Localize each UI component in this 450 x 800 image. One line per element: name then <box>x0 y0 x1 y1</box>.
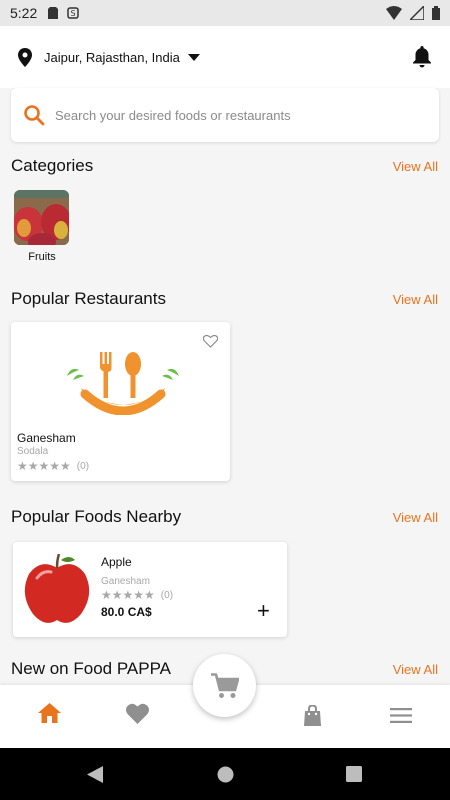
home-button-icon[interactable] <box>217 766 234 783</box>
food-rating: ★★★★★ (0) <box>101 589 173 601</box>
restaurant-logo <box>67 352 179 415</box>
status-time: 5:22 <box>10 5 38 21</box>
restaurants-view-all-link[interactable]: View All <box>393 292 438 307</box>
sd-card-icon <box>48 7 59 19</box>
battery-icon <box>432 6 440 20</box>
review-count: (0) <box>76 460 90 472</box>
wifi-icon <box>386 6 402 20</box>
new-on-view-all-link[interactable]: View All <box>393 662 438 677</box>
foods-view-all-link[interactable]: View All <box>393 510 438 525</box>
cart-icon <box>210 672 239 698</box>
search-icon <box>24 105 45 126</box>
favorite-heart-icon[interactable] <box>203 335 218 348</box>
star-icon: ★★★★★ <box>17 459 71 473</box>
location-pin-icon <box>18 47 32 67</box>
menu-icon[interactable] <box>390 708 412 723</box>
location-header: Jaipur, Rajasthan, India <box>0 26 450 88</box>
restaurant-rating: ★★★★★ (0) <box>17 460 89 472</box>
back-icon[interactable] <box>87 766 103 783</box>
popular-restaurants-title: Popular Restaurants <box>11 289 166 308</box>
restaurant-card[interactable]: Ganesham Sodala ★★★★★ (0) <box>11 322 230 481</box>
chevron-down-icon[interactable] <box>187 53 200 61</box>
category-item-fruits[interactable]: Fruits <box>14 190 70 263</box>
sync-icon: S <box>67 7 79 19</box>
food-restaurant: Ganesham <box>101 576 150 587</box>
add-to-cart-button[interactable]: + <box>257 600 270 622</box>
category-label: Fruits <box>28 251 56 263</box>
food-name: Apple <box>101 555 132 569</box>
bag-icon[interactable] <box>303 705 322 726</box>
apple-image <box>24 554 90 623</box>
popular-foods-title: Popular Foods Nearby <box>11 507 182 526</box>
categories-view-all-link[interactable]: View All <box>393 159 438 174</box>
new-on-title: New on Food PAPPA <box>11 659 172 678</box>
notification-bell-icon[interactable] <box>412 46 432 68</box>
system-nav-bar <box>0 748 450 800</box>
location-text[interactable]: Jaipur, Rajasthan, India <box>44 50 180 65</box>
categories-title: Categories <box>11 156 94 175</box>
restaurant-area: Sodala <box>17 446 49 457</box>
heart-icon[interactable] <box>126 703 149 724</box>
recents-icon[interactable] <box>346 766 362 782</box>
search-bar[interactable] <box>11 88 439 142</box>
food-price: 80.0 CA$ <box>101 605 152 619</box>
status-bar: 5:22 S <box>0 0 450 26</box>
cart-button[interactable] <box>193 654 256 717</box>
restaurant-name: Ganesham <box>17 431 76 445</box>
home-icon[interactable] <box>38 703 61 723</box>
fruits-image <box>14 190 69 245</box>
svg-text:S: S <box>71 9 76 18</box>
search-input[interactable] <box>55 107 415 123</box>
star-icon: ★★★★★ <box>101 588 155 602</box>
review-count: (0) <box>160 589 174 601</box>
signal-icon <box>410 6 424 20</box>
food-card[interactable]: Apple Ganesham ★★★★★ (0) 80.0 CA$ + <box>13 542 287 637</box>
